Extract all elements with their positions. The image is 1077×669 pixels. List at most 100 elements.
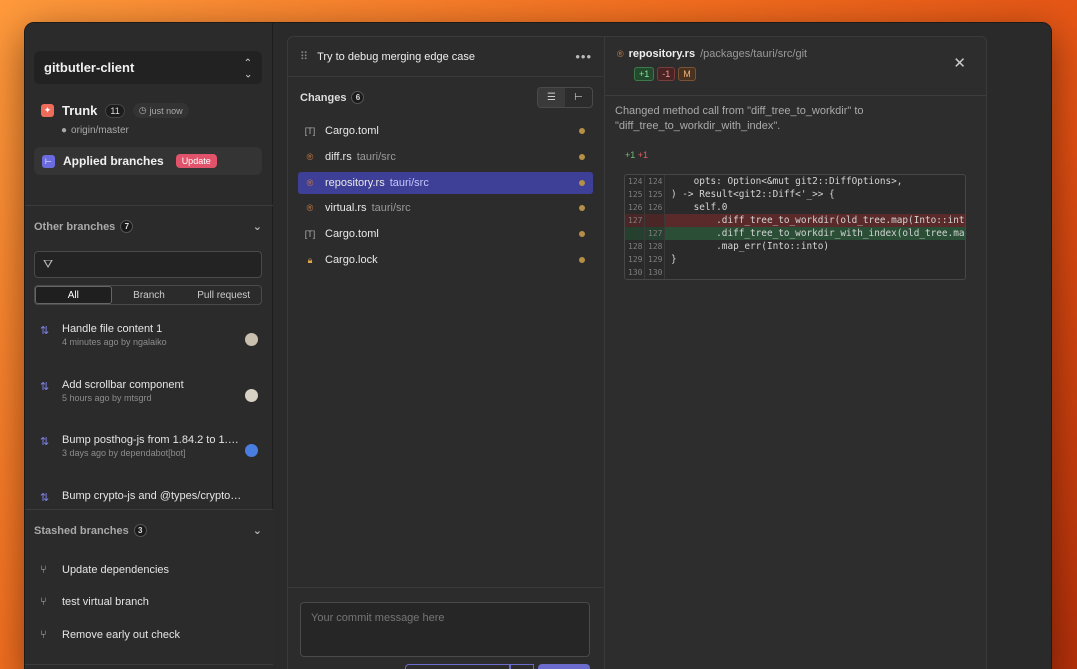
branch-list-item[interactable]: ⇅ Bump crypto-js and @types/crypto… [40, 490, 258, 504]
diff-line-added[interactable]: 127 .diff_tree_to_workdir_with_index(old… [625, 227, 965, 240]
tree-view-icon[interactable]: ⊢ [565, 88, 592, 107]
diff-line[interactable]: 124 124 opts: Option<&mut git2::DiffOptio… [625, 175, 965, 188]
modified-dot [579, 257, 585, 263]
applied-branches-item[interactable]: ⊢ Applied branches Update [34, 147, 262, 175]
code-text: .map_err(Into::into) [671, 241, 830, 252]
trunk-remote: ● origin/master [61, 125, 129, 136]
chevron-up-down-icon: ⌃ ⌃ [243, 57, 252, 78]
chevron-down-icon[interactable]: ⌄ [253, 524, 262, 537]
diff-description: Changed method call from "diff_tree_to_w… [615, 105, 864, 132]
stashed-branch-label: test virtual branch [62, 596, 149, 608]
stashed-branches-header[interactable]: Stashed branches 3 ⌄ [34, 524, 262, 537]
branch-lane: ⠿ Try to debug merging edge case ••• Cha… [287, 36, 605, 669]
commit-button[interactable] [538, 664, 590, 669]
changes-count: 6 [351, 91, 365, 104]
new-line-number [645, 214, 665, 227]
new-line-number: 127 [645, 227, 665, 240]
branch-filter-input[interactable]: ⛛ [34, 251, 262, 278]
file-path: tauri/src [356, 151, 396, 163]
stashed-branch-item[interactable]: ⑂ test virtual branch [40, 596, 149, 608]
diff-code-hunk[interactable]: 124 124 opts: Option<&mut git2::DiffOptio… [624, 174, 966, 280]
modified-status-badge: M [678, 67, 696, 81]
other-branches-count: 7 [120, 220, 134, 233]
sidebar-divider [25, 664, 273, 665]
github-icon: ● [61, 125, 68, 136]
branch-list-item[interactable]: ⇅ Handle file content 1 4 minutes ago by… [40, 323, 258, 347]
branch-title: Bump posthog-js from 1.84.2 to 1.9… [62, 434, 242, 446]
modified-dot [579, 128, 585, 134]
tab-branch[interactable]: Branch [112, 286, 187, 304]
modified-dot [579, 180, 585, 186]
file-path: tauri/src [389, 177, 429, 189]
rust-file-icon: ® [306, 178, 314, 188]
trunk-remote-text: origin/master [71, 125, 129, 136]
diff-line[interactable]: 126 126 self.0 [625, 201, 965, 214]
code-text: opts: Option<&mut git2::DiffOptions>, [671, 176, 903, 187]
diff-line[interactable]: 130 130 [625, 266, 965, 279]
file-name: virtual.rs [325, 202, 367, 214]
diff-stat-badges: +1 -1 M [634, 67, 696, 81]
other-branches-header[interactable]: Other branches 7 ⌄ [34, 220, 262, 233]
file-row[interactable]: ® diff.rs tauri/src [298, 146, 593, 168]
commit-message-input[interactable] [300, 602, 590, 657]
old-line-number: 127 [625, 214, 645, 227]
file-row[interactable]: [T] Cargo.toml [298, 223, 593, 245]
hunk-removed: +1 [637, 150, 649, 160]
trunk-time-text: just now [149, 105, 183, 116]
file-row[interactable]: [T] Cargo.toml [298, 120, 593, 142]
close-icon[interactable]: ✕ [953, 54, 966, 72]
modified-dot [579, 205, 585, 211]
commit-dropdown-button[interactable] [510, 664, 534, 669]
diff-line[interactable]: 128 128 .map_err(Into::into) [625, 240, 965, 253]
tab-all[interactable]: All [35, 286, 112, 304]
diff-file-title: ® repository.rs /packages/tauri/src/git [617, 48, 807, 60]
toml-file-icon: [T] [304, 229, 316, 239]
stashed-branches-count: 3 [133, 524, 147, 537]
code-text: ) -> Result<git2::Diff<'_>> { [671, 189, 835, 200]
stashed-branch-item[interactable]: ⑂ Update dependencies [40, 564, 169, 576]
modified-dot [579, 154, 585, 160]
update-badge[interactable]: Update [175, 154, 217, 168]
pull-request-icon: ⇅ [40, 492, 50, 504]
applied-branches-label: Applied branches [63, 154, 164, 168]
branch-title: Handle file content 1 [62, 323, 163, 335]
lane-title[interactable]: Try to debug merging edge case [317, 51, 565, 63]
file-name: Cargo.toml [325, 125, 379, 137]
branch-list-item[interactable]: ⇅ Add scrollbar component 5 hours ago by… [40, 379, 258, 403]
diff-line-removed[interactable]: 127 .diff_tree_to_workdir(old_tree.map(I… [625, 214, 965, 227]
trunk-label: Trunk [62, 103, 98, 118]
old-line-number [625, 227, 645, 240]
project-selector[interactable]: gitbutler-client ⌃ ⌃ [34, 51, 262, 84]
file-name: repository.rs [325, 177, 385, 189]
changes-label: Changes [300, 91, 347, 104]
diff-line[interactable]: 125 125) -> Result<git2::Diff<'_>> { [625, 188, 965, 201]
new-line-number: 128 [645, 240, 665, 253]
branch-icon: ⑂ [40, 564, 47, 576]
commit-options-button[interactable] [405, 664, 510, 669]
chevron-down-icon[interactable]: ⌄ [253, 220, 262, 233]
code-text: .diff_tree_to_workdir_with_index(old_tre… [671, 228, 965, 239]
drag-handle-icon[interactable]: ⠿ [300, 50, 308, 63]
more-options-icon[interactable]: ••• [575, 49, 592, 64]
file-row[interactable]: 🔒︎ Cargo.lock [298, 249, 593, 271]
branch-type-tabs: All Branch Pull request [34, 285, 262, 305]
old-line-number: 128 [625, 240, 645, 253]
file-row-selected[interactable]: ® repository.rs tauri/src [298, 172, 593, 194]
pull-request-icon: ⇅ [40, 325, 50, 337]
list-view-icon[interactable]: ☰ [538, 88, 565, 107]
diff-line[interactable]: 129 129} [625, 253, 965, 266]
branch-title: Bump crypto-js and @types/crypto… [62, 490, 242, 502]
stashed-branch-item[interactable]: ⑂ Remove early out check [40, 629, 180, 641]
tab-pull-request[interactable]: Pull request [186, 286, 261, 304]
file-row[interactable]: ® virtual.rs tauri/src [298, 197, 593, 219]
branch-subtitle: 3 days ago by dependabot[bot] [62, 448, 186, 458]
trunk-count-badge: 11 [105, 103, 125, 118]
code-text: } [671, 254, 677, 265]
trunk-row[interactable]: ✦ Trunk 11 ◷ just now [41, 103, 189, 118]
branches-icon: ⊢ [42, 154, 55, 168]
stashed-branches-label: Stashed branches [34, 524, 129, 537]
diff-panel: ® repository.rs /packages/tauri/src/git … [605, 36, 987, 669]
branch-list-item[interactable]: ⇅ Bump posthog-js from 1.84.2 to 1.9… 3 … [40, 434, 258, 458]
file-name: Cargo.lock [325, 254, 378, 266]
old-line-number: 129 [625, 253, 645, 266]
